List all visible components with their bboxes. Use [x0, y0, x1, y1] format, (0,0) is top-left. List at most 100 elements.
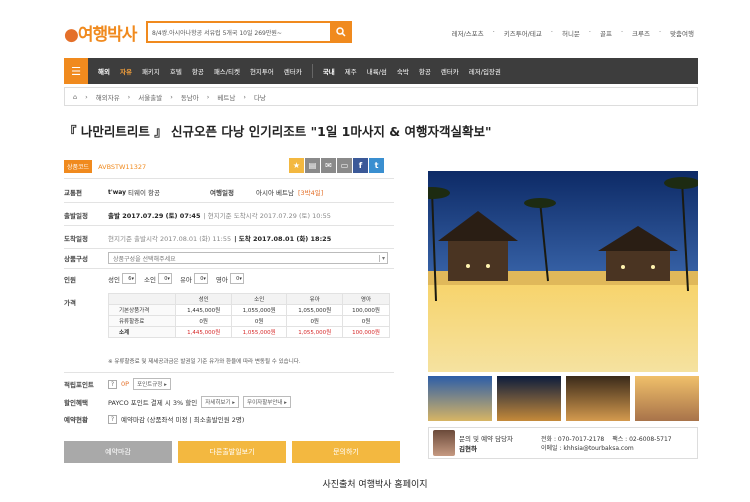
nav-item[interactable]: 숙박 — [397, 66, 409, 76]
top-link[interactable]: 골프 — [600, 28, 612, 38]
depart-label: 출발일정 — [64, 212, 88, 220]
nav-item[interactable]: 항공 — [419, 66, 431, 76]
reservation-closed-button[interactable]: 예약마감 — [64, 441, 172, 463]
star-icon[interactable]: ★ — [289, 158, 304, 173]
contact-person: 문의 및 예약 담당자 김현하 — [459, 433, 529, 453]
photo-caption: 사진출처 여행박사 홈페이지 — [322, 480, 428, 490]
site-logo[interactable]: ●여행박사 — [64, 20, 138, 45]
action-buttons: 예약마감 다른출발일보기 문의하기 — [64, 441, 400, 463]
top-link[interactable]: 레저/스포츠 — [452, 28, 484, 38]
points-row: 적립포인트 ? 0P 포인트규정 ▸ — [64, 378, 394, 390]
toddler-label: 유아 — [179, 275, 192, 284]
nav-item[interactable]: 렌터카 — [284, 66, 302, 76]
breadcrumb-item[interactable]: 서울출발 — [138, 92, 162, 102]
page-title: 『 나만리트리트 』 신규오픈 다낭 인기리조트 "1일 1마사지 & 여행자객… — [64, 124, 492, 139]
other-dates-button[interactable]: 다른출발일보기 — [178, 441, 286, 463]
contact-email[interactable]: 이메일 : khhsia@tourbaksa.com — [541, 443, 672, 452]
top-link[interactable]: 크루즈 — [632, 28, 650, 38]
top-links: 레저/스포츠 · 키즈투어/테교 · 허니문 · 골프 · 크루즈 · 맞춤여행 — [451, 28, 694, 38]
menu-icon[interactable]: ☰ — [64, 58, 88, 84]
copy-icon[interactable]: ▭ — [337, 158, 352, 173]
option-select[interactable]: 상품구성을 선택해주세요 ▾ — [108, 252, 388, 264]
child-count: 0 — [164, 275, 168, 282]
discount-row: 할인혜택 PAYCO 포인트 결제 시 3% 할인 자세히보기 ▸ 무이자할부안… — [64, 396, 394, 408]
divider — [64, 372, 394, 373]
thumbnail[interactable] — [428, 376, 492, 421]
contact-details: 전화 : 070-7017-2178 팩스 : 02-6008-5717 이메일… — [541, 434, 672, 452]
breadcrumb: ⌂ › 해외자유 › 서울출발 › 동남아 › 베트남 › 다낭 — [64, 87, 698, 106]
thumbnail-strip — [428, 376, 699, 421]
itinerary-days: [3박4일] — [297, 189, 324, 197]
toddler-select[interactable]: 유아 0 ▾ — [180, 273, 208, 284]
table-row: 소계 1,445,000원 1,055,000원 1,055,000원 100,… — [107, 326, 391, 338]
logo-text: 여행박사 — [77, 25, 138, 45]
nav-item[interactable]: 호텔 — [170, 66, 182, 76]
depart-row: 출발일정 출발 2017.07.29 (토) 07:45 | 현지기준 도착시각… — [64, 210, 394, 220]
nav-item-domestic[interactable]: 국내 — [323, 66, 335, 76]
help-icon[interactable]: ? — [108, 414, 117, 424]
nav-item-overseas[interactable]: 해외 — [98, 66, 110, 76]
twitter-icon[interactable]: t — [369, 158, 384, 173]
nav-item[interactable]: 패키지 — [142, 66, 160, 76]
contact-fax: 팩스 : 02-6008-5717 — [612, 436, 672, 443]
nav-item[interactable]: 내륙/섬 — [367, 66, 387, 76]
facebook-icon[interactable]: f — [353, 158, 368, 173]
breadcrumb-item[interactable]: 다낭 — [254, 92, 266, 102]
depart-local-time: | 현지기준 도착시각 2017.07.29 (토) 10:55 — [203, 212, 331, 220]
thumbnail[interactable] — [497, 376, 561, 421]
nav-item[interactable]: 항공 — [192, 66, 204, 76]
table-cell: 1,445,000원 — [175, 304, 232, 316]
home-icon[interactable]: ⌂ — [73, 93, 77, 101]
table-cell: 유류할증료 — [107, 315, 177, 327]
installment-button[interactable]: 무이자할부안내 ▸ — [243, 396, 291, 408]
infant-select[interactable]: 영아 0 ▾ — [216, 273, 244, 284]
nav-item[interactable]: 레저/입장권 — [469, 66, 501, 76]
adult-select[interactable]: 성인 6 ▾ — [108, 273, 136, 284]
divider — [64, 202, 394, 203]
reserve-status: 예약마감 (상품좌석 미정 | 최소출발인원 2명) — [121, 416, 245, 424]
child-select[interactable]: 소인 0 ▾ — [144, 273, 172, 284]
search-button[interactable] — [330, 21, 352, 43]
nav-item[interactable]: 제주 — [345, 66, 357, 76]
table-row: 기본상품가격 1,445,000원 1,055,000원 1,055,000원 … — [107, 304, 391, 316]
top-link[interactable]: 맞춤여행 — [670, 28, 694, 38]
inquiry-button[interactable]: 문의하기 — [292, 441, 400, 463]
points-value: 0P — [121, 380, 130, 388]
share-buttons: ★ ▤ ✉ ▭ f t — [289, 158, 384, 173]
mail-icon[interactable]: ✉ — [321, 158, 336, 173]
thumbnail[interactable] — [635, 376, 699, 421]
nav-item-free[interactable]: 자유 — [120, 66, 132, 76]
nav-item[interactable]: 현지투어 — [250, 66, 274, 76]
search-input[interactable] — [148, 23, 328, 41]
discount-details-button[interactable]: 자세히보기 ▸ — [201, 396, 240, 408]
transport-row: 교통편 t'way 티웨이 항공 여행일정 아시아 베트남 [3박4일] — [64, 187, 394, 198]
adult-count: 6 — [128, 275, 132, 282]
breadcrumb-item[interactable]: 베트남 — [217, 92, 235, 102]
table-cell: 0원 — [230, 315, 288, 327]
product-code-label: 상품코드 — [64, 160, 93, 173]
option-row: 상품구성 상품구성을 선택해주세요 ▾ — [64, 252, 394, 264]
airline-logo: t'way — [108, 188, 127, 196]
nav-item[interactable]: 렌터카 — [441, 66, 459, 76]
airline-name: 티웨이 항공 — [128, 189, 160, 197]
top-link[interactable]: 키즈투어/테교 — [504, 28, 542, 38]
table-header — [107, 293, 177, 305]
breadcrumb-item[interactable]: 동남아 — [181, 92, 199, 102]
reserve-label: 예약현황 — [64, 416, 88, 424]
points-label: 적립포인트 — [64, 381, 94, 389]
table-cell: 1,055,000원 — [286, 304, 343, 316]
print-icon[interactable]: ▤ — [305, 158, 320, 173]
toddler-count: 0 — [200, 275, 204, 282]
points-policy-button[interactable]: 포인트규정 ▸ — [133, 378, 171, 390]
table-header: 소인 — [230, 293, 288, 305]
main-product-image — [428, 171, 698, 372]
option-placeholder: 상품구성을 선택해주세요 — [113, 255, 176, 263]
thumbnail[interactable] — [566, 376, 630, 421]
help-icon[interactable]: ? — [108, 379, 117, 389]
discount-text: PAYCO 포인트 결제 시 3% 할인 — [108, 399, 198, 407]
top-link[interactable]: 허니문 — [562, 28, 580, 38]
breadcrumb-item[interactable]: 해외자유 — [96, 92, 120, 102]
itinerary-label: 여행일정 — [210, 189, 234, 197]
nav-item[interactable]: 패스/티켓 — [214, 66, 240, 76]
people-label: 인원 — [64, 275, 76, 284]
